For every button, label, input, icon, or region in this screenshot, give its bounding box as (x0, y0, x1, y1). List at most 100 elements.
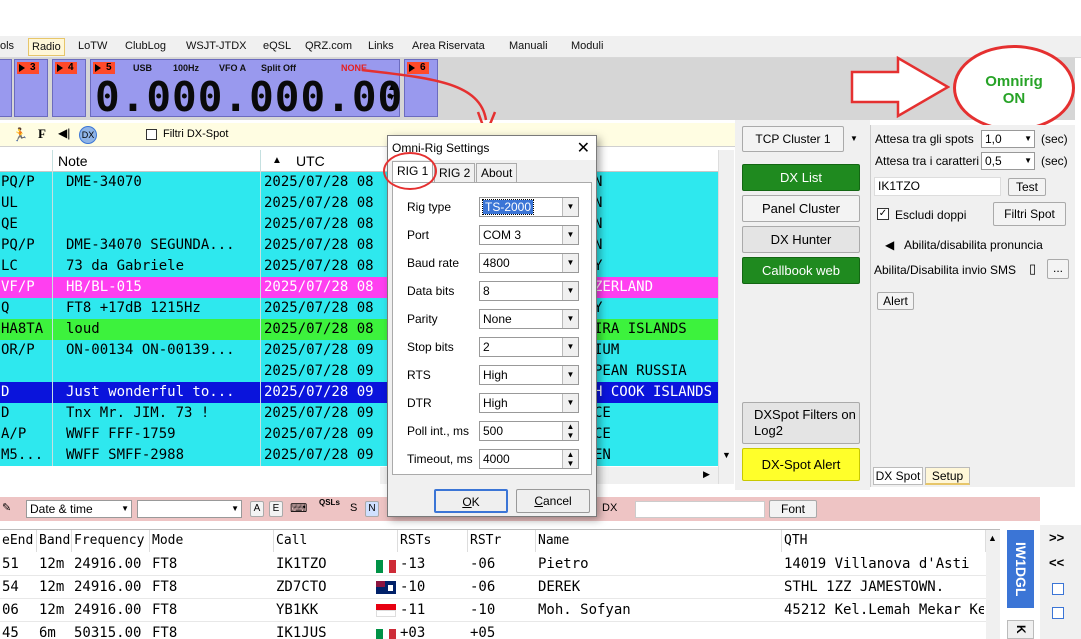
chevron-down-icon[interactable]: ▼ (850, 134, 858, 143)
rig-slot-3[interactable]: 3 (14, 59, 48, 117)
dx-spot-row[interactable]: QE 2025/07/28 08 N (0, 214, 718, 235)
rig-field-select[interactable]: High ▼ (479, 365, 579, 385)
log-table-row[interactable]: 54 12m 24916.00 FT8 ZD7CTO -10 -06 DEREK STHL 1Z… (0, 576, 986, 599)
option-checkbox-1[interactable] (1052, 583, 1064, 595)
menu-wsjt[interactable]: WSJT-JTDX (186, 40, 247, 52)
column-header-utc[interactable]: UTC (296, 153, 325, 169)
log-table-row[interactable]: 51 12m 24916.00 FT8 IK1TZO -13 -06 Pietro 14019 … (0, 553, 986, 576)
font-button[interactable]: Font (769, 500, 817, 518)
dx-spot-row[interactable]: 2025/07/28 09 PEAN RUSSIA (0, 361, 718, 382)
menu-tools[interactable]: ols (0, 40, 14, 52)
rig-field-select[interactable]: 4800 ▼ (479, 253, 579, 273)
dx-grid-vscrollbar[interactable]: ▼ (718, 150, 734, 484)
cluster-select[interactable]: TCP Cluster 1 (742, 126, 844, 152)
menu-eqsl[interactable]: eQSL (263, 40, 291, 52)
dx-spot-row[interactable]: A/P WWFF FFF-1759 2025/07/28 09 CE (0, 424, 718, 445)
menu-radio[interactable]: Radio (28, 38, 65, 56)
log-column-header[interactable]: RSTs (398, 530, 468, 552)
log-table-row[interactable]: 45 6m 50315.00 FT8 IK1JUS +03 +05 (0, 622, 986, 639)
rig-slot-4[interactable]: 4 (52, 59, 86, 117)
log-column-header[interactable]: Name (536, 530, 782, 552)
menu-lotw[interactable]: LoTW (78, 40, 107, 52)
dx-spot-row[interactable]: M5... WWFF SMFF-2988 2025/07/28 09 EN (0, 445, 718, 466)
wait-spots-select[interactable]: 1,0 (981, 130, 1035, 148)
chevron-down-icon[interactable]: ▼ (562, 198, 578, 216)
dx-globe-icon[interactable]: DX (79, 126, 97, 144)
dx-spot-row[interactable]: OR/P ON-00134 ON-00139... 2025/07/28 09 IUM (0, 340, 718, 361)
dx-spot-row[interactable]: D Tnx Mr. JIM. 73 ! 2025/07/28 09 CE (0, 403, 718, 424)
s-label[interactable]: S (350, 502, 357, 514)
callsign-input[interactable]: IK1TZO (874, 177, 1001, 196)
panel-cluster-button[interactable]: Panel Cluster (742, 195, 860, 222)
column-header-note[interactable]: Note (58, 153, 88, 169)
menu-clublog[interactable]: ClubLog (125, 40, 166, 52)
log-vscrollbar[interactable]: ▲ (986, 530, 1000, 639)
log-column-header[interactable]: Frequency (72, 530, 150, 552)
rig-field-select[interactable]: 2 ▼ (479, 337, 579, 357)
alert-button[interactable]: Alert (877, 292, 914, 310)
log-column-header[interactable]: Mode (150, 530, 274, 552)
rig-slot-partial[interactable] (0, 59, 12, 117)
dx-spot-row[interactable]: PQ/P DME-34070 SEGUNDA... 2025/07/28 08 N (0, 235, 718, 256)
dx-hunter-button[interactable]: DX Hunter (742, 226, 860, 253)
chevron-down-icon[interactable]: ▼ (562, 394, 578, 412)
ok-button[interactable]: OK (434, 489, 508, 513)
filter-spot-button[interactable]: Filtri Spot (993, 202, 1066, 226)
log-column-header[interactable]: Call (274, 530, 398, 552)
tab-setup[interactable]: Setup (925, 467, 970, 485)
dx-spot-row[interactable]: PQ/P DME-34070 2025/07/28 08 N (0, 172, 718, 193)
spin-arrows-icon[interactable]: ▲ ▼ (562, 450, 578, 468)
chevron-down-icon[interactable]: ▼ (562, 310, 578, 328)
e-button[interactable]: E (269, 501, 283, 517)
runner-icon[interactable]: 🏃 (12, 127, 28, 143)
dx-input[interactable] (635, 501, 765, 518)
chevron-down-icon[interactable]: ▼ (562, 254, 578, 272)
rig-field-select[interactable]: 8 ▼ (479, 281, 579, 301)
side-tab-partial[interactable]: K (1007, 620, 1034, 639)
tab-about[interactable]: About (476, 163, 518, 183)
f-button[interactable]: F (38, 126, 46, 142)
rig-field-select[interactable]: TS-2000 ▼ (479, 197, 579, 217)
log-column-header[interactable]: RSTr (468, 530, 536, 552)
log-column-header[interactable]: eEnd (0, 530, 37, 552)
filter-select[interactable] (137, 500, 242, 518)
dx-filter-checkbox[interactable] (146, 129, 157, 140)
speaker-icon[interactable]: ◀| (58, 126, 70, 140)
rig-field-select[interactable]: High ▼ (479, 393, 579, 413)
dx-spot-alert-button[interactable]: DX-Spot Alert (742, 448, 860, 481)
more-button[interactable]: ... (1047, 259, 1069, 279)
menu-area-riservata[interactable]: Area Riservata (412, 40, 485, 52)
option-checkbox-2[interactable] (1052, 607, 1064, 619)
prev-button[interactable]: << (1049, 555, 1064, 570)
tab-rig2[interactable]: RIG 2 (434, 163, 476, 183)
chevron-down-icon[interactable]: ▼ (562, 366, 578, 384)
date-time-select[interactable]: Date & time (26, 500, 132, 518)
pencil-icon[interactable]: ✎ (2, 501, 11, 514)
menu-moduli[interactable]: Moduli (571, 40, 603, 52)
speaker-icon[interactable]: ◀ (885, 238, 894, 252)
menu-qrz[interactable]: QRZ.com (305, 40, 352, 52)
rig-field-select[interactable]: COM 3 ▼ (479, 225, 579, 245)
dx-spot-row[interactable]: D Just wonderful to... 2025/07/28 09 H COOK… (0, 382, 718, 403)
spin-arrows-icon[interactable]: ▲ ▼ (562, 422, 578, 440)
rig-field-spinner[interactable]: 500 ▲ ▼ (479, 421, 579, 441)
n-button[interactable]: N (365, 501, 379, 517)
dx-spot-row[interactable]: HA8TA loud 2025/07/28 08 IRA ISLANDS (0, 319, 718, 340)
dx-spot-row[interactable]: VF/P HB/BL-015 2025/07/28 08 ZERLAND (0, 277, 718, 298)
rig-field-spinner[interactable]: 4000 ▲ ▼ (479, 449, 579, 469)
exclude-duplicates-checkbox[interactable]: ✓ (877, 208, 889, 220)
sms-toggle-label[interactable]: Abilita/Disabilita invio SMS (874, 263, 1016, 277)
dx-spot-row[interactable]: LC 73 da Gabriele 2025/07/28 08 Y (0, 256, 718, 277)
chevron-down-icon[interactable]: ▼ (562, 282, 578, 300)
test-button[interactable]: Test (1008, 178, 1046, 196)
log-column-header[interactable]: Band (37, 530, 72, 552)
a-button[interactable]: A (250, 501, 264, 517)
dx-spot-row[interactable]: UL 2025/07/28 08 N (0, 193, 718, 214)
scroll-right-icon[interactable]: ▶ (703, 469, 710, 480)
chevron-down-icon[interactable]: ▼ (562, 226, 578, 244)
next-button[interactable]: >> (1049, 530, 1064, 545)
rig-field-select[interactable]: None ▼ (479, 309, 579, 329)
callbook-web-button[interactable]: Callbook web (742, 257, 860, 284)
dx-list-button[interactable]: DX List (742, 164, 860, 191)
dxspot-filters-log2-button[interactable]: DXSpot Filters on Log2 (742, 402, 860, 444)
